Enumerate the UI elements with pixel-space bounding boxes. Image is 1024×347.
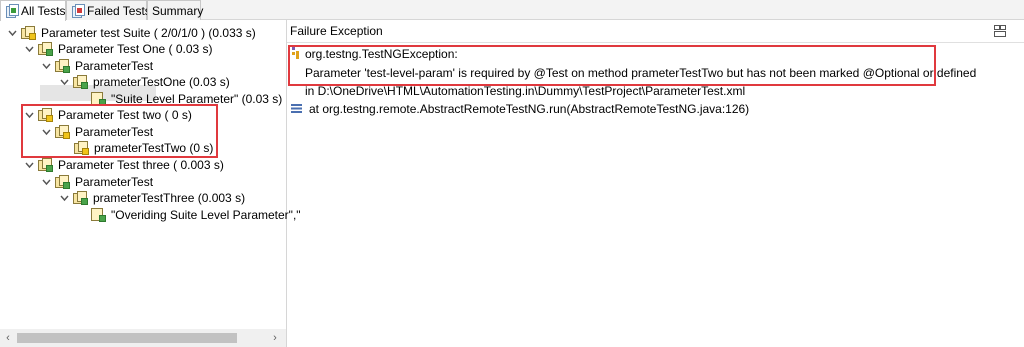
tree-node-label: prameterTestOne (0.03 s) bbox=[93, 75, 230, 89]
annotation-highlight-box bbox=[288, 45, 936, 86]
scroll-left-arrow-icon[interactable]: ‹ bbox=[3, 332, 13, 344]
tab-all-tests[interactable]: All Tests bbox=[0, 0, 66, 21]
tree-node-param-three[interactable]: "Overiding Suite Level Parameter"," bbox=[91, 207, 301, 223]
tab-bar: All Tests Failed Tests Summary bbox=[0, 0, 1024, 21]
failed-tests-icon bbox=[70, 3, 85, 18]
chevron-down-icon[interactable] bbox=[24, 160, 35, 171]
failure-title: Failure Exception bbox=[290, 24, 383, 38]
tab-label: Summary bbox=[152, 3, 204, 18]
chevron-down-icon[interactable] bbox=[59, 77, 70, 88]
all-tests-icon bbox=[4, 4, 19, 18]
class-pass-icon bbox=[55, 59, 71, 73]
chevron-down-icon[interactable] bbox=[7, 28, 18, 39]
stack-trace-line[interactable]: at org.testng.remote.AbstractRemoteTestN… bbox=[309, 102, 749, 116]
chevron-down-icon[interactable] bbox=[24, 44, 35, 55]
chevron-down-icon[interactable] bbox=[59, 193, 70, 204]
tree-node-class-one[interactable]: ParameterTest bbox=[41, 58, 153, 74]
layout-icon[interactable] bbox=[994, 25, 1006, 37]
tree-node-label: ParameterTest bbox=[75, 175, 154, 189]
tree-node-label: "Overiding Suite Level Parameter"," bbox=[111, 208, 301, 222]
annotation-highlight-box bbox=[21, 104, 218, 158]
tree-node-suite[interactable]: Parameter test Suite ( 2/0/1/0 ) (0.033 … bbox=[7, 25, 256, 41]
tree-node-label: Parameter Test three ( 0.003 s) bbox=[58, 158, 224, 172]
panel-divider bbox=[287, 42, 1024, 43]
horizontal-scrollbar[interactable]: ‹ › bbox=[0, 329, 286, 347]
tab-summary[interactable]: Summary bbox=[147, 0, 204, 20]
scroll-right-arrow-icon[interactable]: › bbox=[270, 332, 280, 344]
tree-node-label: prameterTestThree (0.003 s) bbox=[93, 191, 246, 205]
test-pass-icon bbox=[38, 42, 54, 56]
tree-node-method-one[interactable]: prameterTestOne (0.03 s) bbox=[59, 74, 230, 90]
method-pass-icon bbox=[73, 75, 89, 89]
chevron-down-icon[interactable] bbox=[41, 177, 52, 188]
test-pass-icon bbox=[38, 158, 54, 172]
tree-node-label: Parameter Test One ( 0.03 s) bbox=[58, 42, 213, 56]
param-pass-icon bbox=[91, 208, 107, 222]
scrollbar-thumb[interactable] bbox=[17, 333, 237, 343]
stack-trace-icon bbox=[291, 104, 302, 113]
tree-node-test-three[interactable]: Parameter Test three ( 0.003 s) bbox=[24, 157, 224, 173]
tab-label: Failed Tests bbox=[87, 3, 151, 18]
method-pass-icon bbox=[73, 191, 89, 205]
suite-icon bbox=[21, 26, 37, 40]
exception-location: in D:\OneDrive\HTML\AutomationTesting.in… bbox=[305, 84, 746, 98]
chevron-down-icon[interactable] bbox=[41, 61, 52, 72]
tree-node-class-three[interactable]: ParameterTest bbox=[41, 174, 153, 190]
tree-node-method-three[interactable]: prameterTestThree (0.003 s) bbox=[59, 190, 245, 206]
tree-node-label: Parameter test Suite ( 2/0/1/0 ) (0.033 … bbox=[41, 26, 256, 40]
tree-node-test-one[interactable]: Parameter Test One ( 0.03 s) bbox=[24, 41, 213, 57]
tree-node-label: ParameterTest bbox=[75, 59, 154, 73]
tab-label: All Tests bbox=[21, 4, 66, 18]
class-pass-icon bbox=[55, 175, 71, 189]
tab-failed-tests[interactable]: Failed Tests bbox=[66, 0, 151, 20]
